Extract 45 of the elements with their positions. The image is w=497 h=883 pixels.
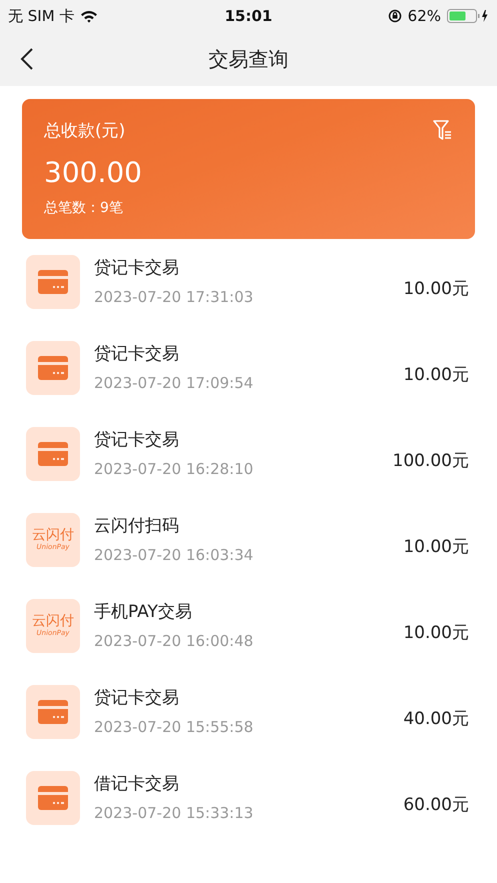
transaction-time: 2023-07-20 16:28:10 — [94, 460, 254, 478]
filter-icon[interactable] — [433, 120, 453, 142]
logo-text: 云闪付 — [32, 528, 74, 543]
rotation-lock-icon — [388, 9, 402, 23]
transaction-amount: 60.00元 — [403, 794, 469, 816]
transaction-name: 借记卡交易 — [94, 773, 180, 795]
transaction-amount: 10.00元 — [403, 278, 469, 300]
transaction-row[interactable]: 贷记卡交易 2023-07-20 16:28:10 100.00元 — [26, 427, 469, 513]
transaction-row[interactable]: 贷记卡交易 2023-07-20 17:31:03 10.00元 — [26, 255, 469, 341]
total-amount: 300.00 — [44, 156, 143, 189]
transaction-name: 贷记卡交易 — [94, 257, 180, 279]
card-icon — [38, 700, 68, 724]
transaction-amount: 10.00元 — [403, 364, 469, 386]
transaction-time: 2023-07-20 16:03:34 — [94, 546, 254, 564]
battery-percent-text: 62% — [408, 7, 441, 25]
carrier-text: 无 SIM 卡 — [8, 6, 74, 26]
transaction-time: 2023-07-20 17:09:54 — [94, 374, 254, 392]
transaction-name: 贷记卡交易 — [94, 687, 180, 709]
transaction-time: 2023-07-20 15:33:13 — [94, 804, 254, 822]
transaction-name: 贷记卡交易 — [94, 343, 180, 365]
back-icon[interactable] — [20, 47, 34, 71]
transaction-amount: 10.00元 — [403, 622, 469, 644]
card-icon — [38, 356, 68, 380]
transaction-time: 2023-07-20 15:55:58 — [94, 718, 254, 736]
wifi-icon — [80, 10, 98, 22]
card-icon — [38, 786, 68, 810]
logo-text: 云闪付 — [32, 614, 74, 629]
transaction-name: 云闪付扫码 — [94, 515, 180, 537]
transaction-amount: 100.00元 — [392, 450, 469, 472]
transaction-amount: 40.00元 — [403, 708, 469, 730]
clock-text: 15:01 — [224, 7, 272, 25]
page-title: 交易查询 — [208, 46, 288, 72]
transaction-time: 2023-07-20 16:00:48 — [94, 632, 254, 650]
transaction-row[interactable]: 贷记卡交易 2023-07-20 17:09:54 10.00元 — [26, 341, 469, 427]
transaction-name: 手机PAY交易 — [94, 601, 193, 623]
transaction-name: 贷记卡交易 — [94, 429, 180, 451]
summary-label: 总收款(元) — [44, 120, 126, 142]
battery-icon — [447, 9, 489, 23]
card-icon — [38, 270, 68, 294]
transaction-amount: 10.00元 — [403, 536, 469, 558]
total-count: 总笔数：9笔 — [44, 199, 124, 217]
card-icon — [38, 442, 68, 466]
transaction-row[interactable]: 借记卡交易 2023-07-20 15:33:13 60.00元 — [26, 771, 469, 857]
transaction-time: 2023-07-20 17:31:03 — [94, 288, 254, 306]
transaction-row[interactable]: 贷记卡交易 2023-07-20 15:55:58 40.00元 — [26, 685, 469, 771]
